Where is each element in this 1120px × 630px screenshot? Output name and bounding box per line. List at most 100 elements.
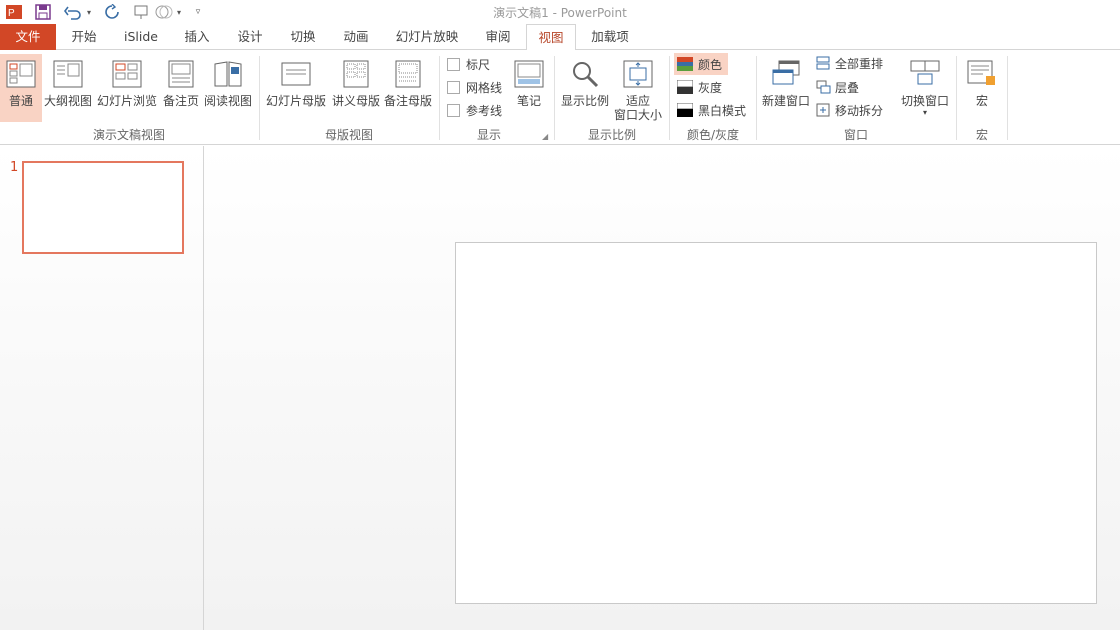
zoom-button[interactable]: 显示比例 <box>560 54 610 118</box>
slide-sorter-label: 幻灯片浏览 <box>96 94 157 108</box>
fit-to-window-line2: 窗口大小 <box>613 108 662 122</box>
group-label-presentation-views: 演示文稿视图 <box>92 128 165 142</box>
group-label-master-views: 母版视图 <box>324 128 373 142</box>
outline-view-label: 大纲视图 <box>43 94 92 108</box>
color-palette-icon <box>677 57 693 71</box>
tab-file[interactable]: 文件 <box>0 24 56 50</box>
slide-master-button[interactable]: 幻灯片母版 <box>264 54 328 118</box>
cascade-button[interactable]: 层叠 <box>816 77 859 97</box>
grayscale-button[interactable]: 灰度 <box>677 77 722 97</box>
slide-number: 1 <box>10 160 19 175</box>
tab-review[interactable]: 审阅 <box>476 24 520 50</box>
tab-insert[interactable]: 插入 <box>174 24 220 50</box>
reading-view-label: 阅读视图 <box>203 94 252 108</box>
cascade-label: 层叠 <box>835 80 860 95</box>
macros-icon <box>967 60 995 85</box>
outline-view-button[interactable]: 大纲视图 <box>42 54 94 118</box>
arrange-all-button[interactable]: 全部重排 <box>816 53 883 73</box>
new-window-button[interactable]: 新建窗口 <box>760 54 812 118</box>
group-label-macros: 宏 <box>975 128 988 142</box>
notes-button[interactable]: 笔记 <box>508 54 550 118</box>
color-label: 颜色 <box>698 57 723 72</box>
magnifier-icon <box>573 62 599 88</box>
new-window-label: 新建窗口 <box>761 94 810 108</box>
move-split-button[interactable]: 移动拆分 <box>816 100 883 120</box>
new-window-icon <box>772 60 800 85</box>
normal-view-button[interactable]: 普通 <box>0 54 42 122</box>
ruler-label: 标尺 <box>466 57 491 72</box>
fit-to-window-icon <box>623 60 653 88</box>
workspace: 1 <box>0 146 1120 630</box>
zoom-label: 显示比例 <box>560 94 609 108</box>
tab-islide[interactable]: iSlide <box>114 24 168 50</box>
macros-label: 宏 <box>975 94 988 108</box>
switch-window-dropdown-icon: ▾ <box>922 108 927 117</box>
notes-master-label: 备注母版 <box>383 94 432 108</box>
black-white-button[interactable]: 黑白模式 <box>677 100 746 120</box>
color-button[interactable]: 颜色 <box>674 53 728 75</box>
tab-home[interactable]: 开始 <box>60 24 108 50</box>
handout-master-label: 讲义母版 <box>331 94 380 108</box>
ribbon-tabs: 文件 开始 iSlide 插入 设计 切换 动画 幻灯片放映 审阅 视图 加载项 <box>0 24 1120 51</box>
guides-checkbox-box[interactable] <box>447 103 460 117</box>
slide-editing-canvas[interactable] <box>455 242 1097 604</box>
macros-button[interactable]: 宏 <box>960 54 1004 118</box>
black-white-icon <box>677 103 693 117</box>
notes-page-icon <box>168 60 194 88</box>
tab-slideshow[interactable]: 幻灯片放映 <box>388 24 466 50</box>
notes-master-icon <box>395 60 421 88</box>
move-split-label: 移动拆分 <box>835 103 884 118</box>
tab-animations[interactable]: 动画 <box>333 24 379 50</box>
reading-view-button[interactable]: 阅读视图 <box>202 54 254 118</box>
group-label-show: 显示 <box>476 128 501 142</box>
guides-checkbox[interactable]: 参考线 <box>447 100 502 120</box>
notes-page-label: 备注页 <box>162 94 199 108</box>
handout-master-button[interactable]: 讲义母版 <box>330 54 382 118</box>
tab-transitions[interactable]: 切换 <box>280 24 326 50</box>
gridlines-checkbox-box[interactable] <box>447 80 460 94</box>
normal-view-icon <box>6 60 36 88</box>
reading-view-icon <box>214 61 242 87</box>
switch-window-button[interactable]: 切换窗口 ▾ <box>898 54 952 124</box>
fit-to-window-line1: 适应 <box>625 94 650 108</box>
slide-thumbnail-pane[interactable]: 1 <box>0 146 204 630</box>
fit-to-window-label: 适应 窗口大小 <box>612 94 664 122</box>
arrange-all-icon <box>816 56 830 69</box>
gridlines-checkbox[interactable]: 网格线 <box>447 77 502 97</box>
ribbon: 普通 大纲视图 幻灯片浏览 备注页 阅读视图 演示文稿视图 幻灯片母版 讲义母版… <box>0 50 1120 145</box>
tab-design[interactable]: 设计 <box>228 24 272 50</box>
title-bar: P ▾ ▾ ▿ 演示文稿1 - PowerPoint <box>0 0 1120 24</box>
group-label-color: 颜色/灰度 <box>686 128 740 142</box>
group-label-zoom: 显示比例 <box>587 128 636 142</box>
window-title: 演示文稿1 - PowerPoint <box>493 6 627 20</box>
cascade-icon <box>816 80 831 93</box>
group-divider <box>1007 56 1008 140</box>
tab-addins[interactable]: 加载项 <box>584 24 636 50</box>
handout-master-icon <box>343 60 369 88</box>
group-label-window: 窗口 <box>843 128 868 142</box>
slide-master-icon <box>281 62 311 86</box>
tab-view[interactable]: 视图 <box>526 24 576 51</box>
slide-sorter-button[interactable]: 幻灯片浏览 <box>94 54 160 118</box>
notes-page-button[interactable]: 备注页 <box>160 54 202 118</box>
notes-label: 笔记 <box>516 94 541 108</box>
notes-master-button[interactable]: 备注母版 <box>382 54 434 118</box>
guides-label: 参考线 <box>466 103 503 118</box>
slide-thumbnail[interactable] <box>22 161 184 254</box>
arrange-all-label: 全部重排 <box>835 56 884 71</box>
notes-icon <box>514 60 544 88</box>
slide-sorter-icon <box>112 60 142 88</box>
fit-to-window-button[interactable]: 适应 窗口大小 <box>612 54 664 124</box>
normal-view-label: 普通 <box>8 94 33 108</box>
switch-window-label: 切换窗口 <box>900 94 949 108</box>
slide-master-label: 幻灯片母版 <box>265 94 326 108</box>
switch-window-icon <box>910 60 940 85</box>
ruler-checkbox[interactable]: 标尺 <box>447 54 490 74</box>
grayscale-label: 灰度 <box>698 80 723 95</box>
dialog-launcher-icon[interactable]: ◢ <box>542 132 548 141</box>
outline-view-icon <box>53 60 83 88</box>
gridlines-label: 网格线 <box>466 80 503 95</box>
black-white-label: 黑白模式 <box>698 103 747 118</box>
ruler-checkbox-box[interactable] <box>447 57 460 71</box>
grayscale-icon <box>677 80 693 94</box>
